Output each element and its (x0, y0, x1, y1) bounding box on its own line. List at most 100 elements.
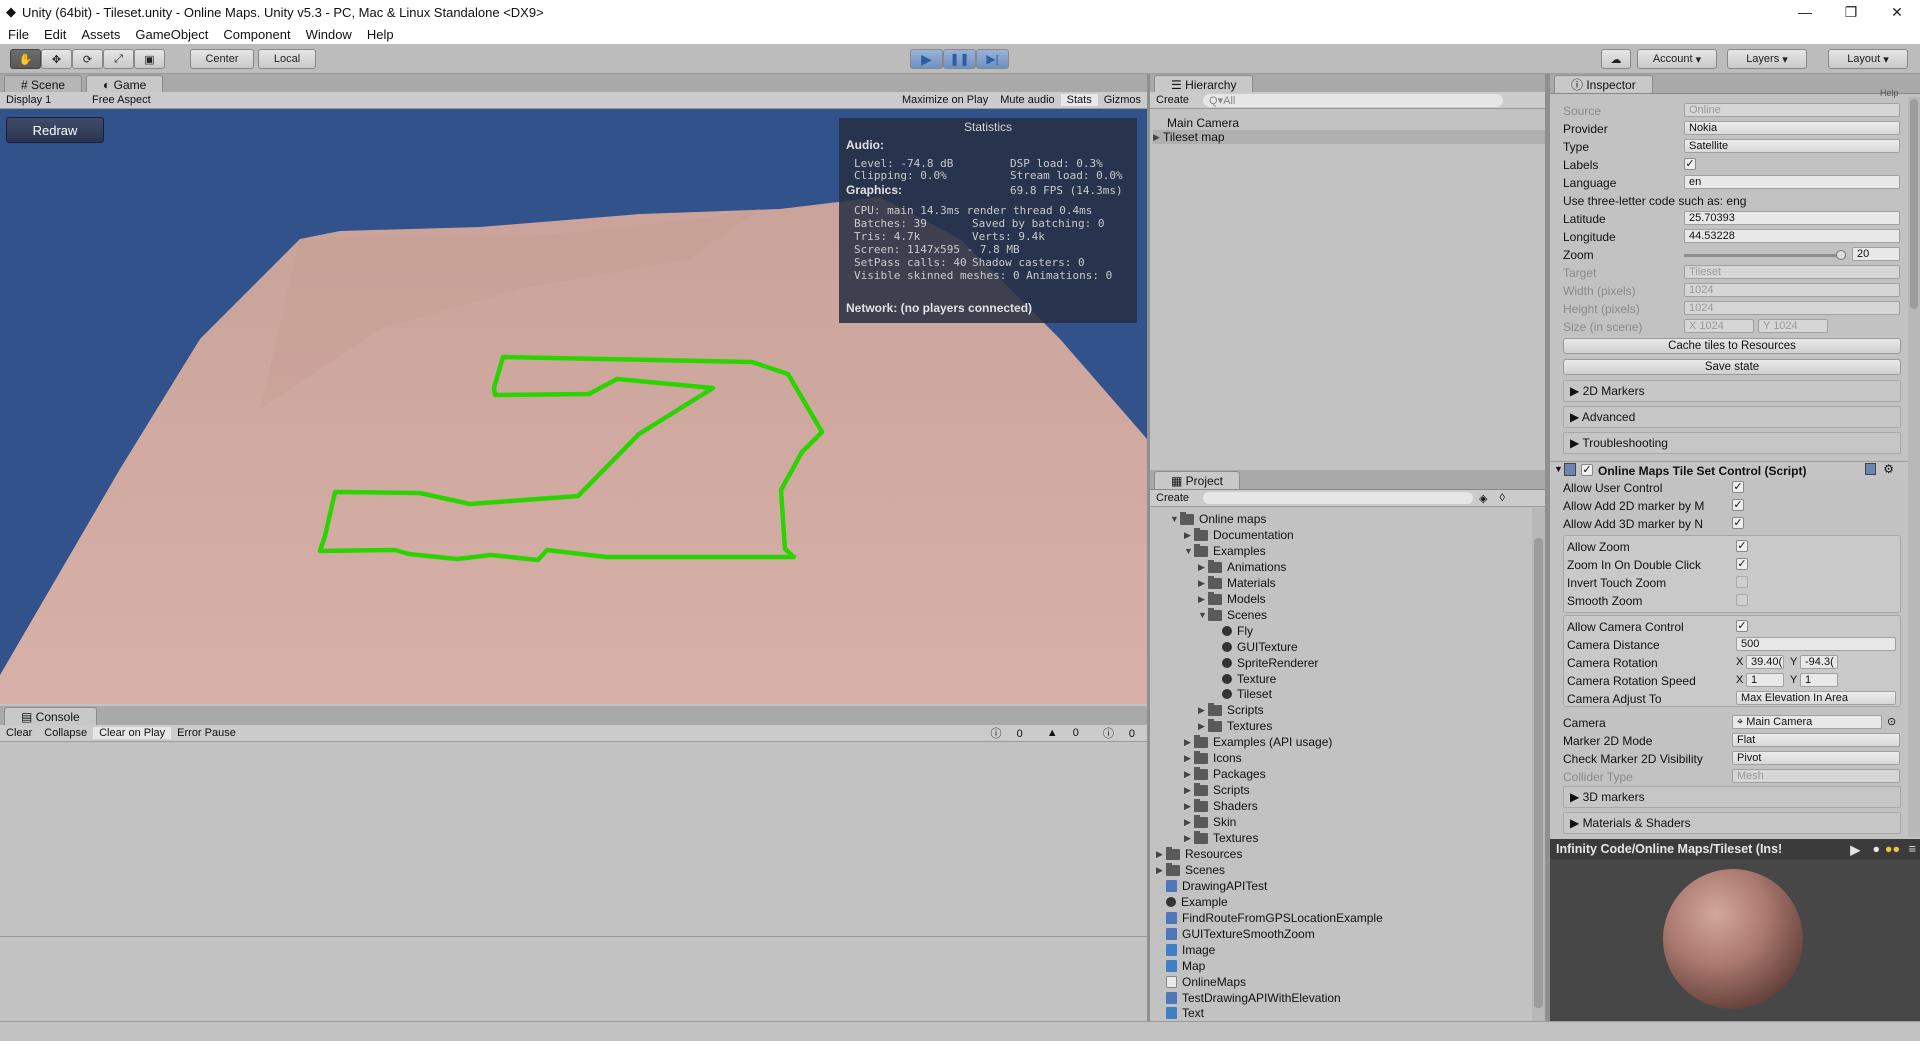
collapsed-arrow-icon[interactable]: ▶ (1184, 801, 1194, 812)
pivot-center-button[interactable]: Center (190, 49, 254, 69)
allow-camera-control-checkbox[interactable]: ✓ (1736, 620, 1748, 632)
menu-edit[interactable]: Edit (44, 27, 66, 42)
rotate-tool-icon[interactable]: ⟳ (72, 49, 103, 69)
move-tool-icon[interactable]: ✥ (41, 49, 72, 69)
display-dropdown[interactable]: Display 1 (0, 94, 86, 106)
console-divider[interactable] (0, 936, 1147, 937)
hand-tool-icon[interactable]: ✋ (10, 49, 41, 69)
project-item[interactable]: GUITextureSmoothZoom (1156, 927, 1315, 941)
preview-menu-icon[interactable]: ≡ (1909, 842, 1916, 856)
console-clear-on-play-toggle[interactable]: Clear on Play (93, 727, 172, 739)
latitude-input[interactable]: 25.70393 (1684, 211, 1900, 225)
tab-inspector[interactable]: ⓘ Inspector (1554, 75, 1653, 93)
camera-adjust-dropdown[interactable]: Max Elevation In Area (1736, 691, 1896, 705)
inspector-scrollbar[interactable] (1908, 97, 1920, 837)
project-item[interactable]: Tileset (1212, 687, 1272, 701)
close-button[interactable]: ✕ (1874, 4, 1920, 21)
camera-rotation-y-input[interactable]: -94.3( (1800, 655, 1838, 669)
aspect-dropdown[interactable]: Free Aspect (86, 94, 246, 106)
allow-zoom-checkbox[interactable]: ✓ (1736, 540, 1748, 552)
collapsed-arrow-icon[interactable]: ▶ (1198, 721, 1208, 732)
collapsed-arrow-icon[interactable]: ▶ (1184, 737, 1194, 748)
component-header[interactable]: ▼ ✓ Online Maps Tile Set Control (Script… (1550, 461, 1908, 479)
redraw-button[interactable]: Redraw (6, 117, 104, 143)
menu-component[interactable]: Component (223, 27, 290, 42)
console-error-count[interactable]: ⓘ 0 (979, 725, 1035, 741)
project-item[interactable]: SpriteRenderer (1212, 656, 1318, 670)
project-item[interactable]: ▶ Animations (1198, 559, 1286, 574)
zoom-slider-track[interactable] (1684, 254, 1846, 257)
collapsed-arrow-icon[interactable]: ▶ (1198, 705, 1208, 716)
expanded-arrow-icon[interactable]: ▼ (1198, 610, 1208, 620)
menu-window[interactable]: Window (306, 27, 352, 42)
material-preview[interactable] (1550, 859, 1920, 1021)
tab-game[interactable]: ◐ Game (86, 75, 164, 93)
cache-tiles-button[interactable]: Cache tiles to Resources (1563, 338, 1901, 354)
pause-button[interactable]: ❚❚ (943, 49, 976, 69)
foldout-advanced[interactable]: ▶ Advanced (1563, 406, 1901, 428)
expanded-arrow-icon[interactable]: ▼ (1184, 546, 1194, 556)
project-item[interactable]: TestDrawingAPIWithElevation (1156, 991, 1341, 1005)
project-item[interactable]: Texture (1212, 672, 1276, 686)
project-item[interactable]: ▼ Scenes (1198, 607, 1267, 622)
tab-scene[interactable]: # Scene (4, 75, 83, 93)
collapsed-arrow-icon[interactable]: ▶ (1184, 530, 1194, 541)
project-item[interactable]: Example (1156, 895, 1228, 909)
project-scrollbar[interactable] (1532, 508, 1545, 1021)
project-item[interactable]: Fly (1212, 624, 1253, 638)
collapsed-arrow-icon[interactable]: ▶ (1184, 769, 1194, 780)
rect-tool-icon[interactable]: ▣ (134, 49, 165, 69)
zoom-slider-thumb[interactable] (1836, 250, 1846, 260)
marker-2d-mode-dropdown[interactable]: Flat (1732, 733, 1900, 747)
collapsed-arrow-icon[interactable]: ▶ (1198, 594, 1208, 605)
menu-gameobject[interactable]: GameObject (135, 27, 208, 42)
project-item[interactable]: ▶ Scenes (1156, 862, 1225, 877)
project-item[interactable]: OnlineMaps (1156, 975, 1246, 989)
project-item[interactable]: ▶ Resources (1156, 846, 1242, 861)
console-clear-button[interactable]: Clear (0, 727, 38, 739)
project-item[interactable]: ▶ Models (1198, 591, 1266, 606)
maximize-on-play-toggle[interactable]: Maximize on Play (896, 94, 994, 106)
smooth-zoom-checkbox[interactable] (1736, 594, 1748, 606)
layout-dropdown[interactable]: Layout ▾ (1828, 49, 1908, 69)
expand-arrow-icon[interactable]: ▶ (1153, 132, 1163, 143)
account-dropdown[interactable]: Account ▾ (1637, 49, 1717, 69)
provider-dropdown[interactable]: Nokia (1684, 121, 1900, 135)
expanded-arrow-icon[interactable]: ▼ (1170, 514, 1180, 524)
project-item[interactable]: ▶ Examples (API usage) (1184, 734, 1332, 749)
allow-user-control-checkbox[interactable]: ✓ (1732, 481, 1744, 493)
check-marker-visibility-dropdown[interactable]: Pivot (1732, 751, 1900, 765)
foldout-materials[interactable]: ▶ Materials & Shaders (1563, 812, 1901, 834)
gizmos-dropdown[interactable]: Gizmos (1098, 94, 1147, 106)
project-search-input[interactable] (1203, 492, 1474, 504)
camera-distance-input[interactable]: 500 (1736, 637, 1896, 651)
project-item[interactable]: ▶ Packages (1184, 766, 1266, 781)
menu-file[interactable]: File (8, 27, 29, 42)
project-item[interactable]: DrawingAPITest (1156, 879, 1267, 893)
collapsed-arrow-icon[interactable]: ▶ (1156, 849, 1166, 860)
project-item[interactable]: FindRouteFromGPSLocationExample (1156, 911, 1383, 925)
project-item[interactable]: ▶ Skin (1184, 814, 1236, 829)
console-log-area[interactable] (0, 743, 1147, 1021)
console-error-pause-toggle[interactable]: Error Pause (171, 727, 242, 739)
zoom-double-click-checkbox[interactable]: ✓ (1736, 558, 1748, 570)
tab-project[interactable]: ▦ Project (1154, 471, 1241, 489)
project-create-dropdown[interactable]: Create (1150, 492, 1195, 504)
play-button[interactable]: ▶ (910, 49, 943, 69)
layers-dropdown[interactable]: Layers ▾ (1727, 49, 1807, 69)
component-settings-gear-icon[interactable]: ⚙ (1883, 462, 1894, 476)
component-fold-arrow-icon[interactable]: ▼ (1554, 464, 1563, 474)
project-item[interactable]: ▶ Materials (1198, 575, 1276, 590)
stats-toggle[interactable]: Stats (1060, 94, 1098, 106)
tab-console[interactable]: ▤ Console (4, 707, 97, 725)
menu-help[interactable]: Help (367, 27, 394, 42)
zoom-input[interactable]: 20 (1852, 247, 1900, 261)
project-item[interactable]: ▼ Online maps (1170, 511, 1266, 526)
preview-light-icon[interactable]: ●● (1885, 842, 1900, 856)
collapsed-arrow-icon[interactable]: ▶ (1198, 562, 1208, 573)
inspector-scroll-thumb[interactable] (1910, 99, 1918, 309)
object-picker-icon[interactable]: ⊙ (1887, 715, 1896, 728)
allow-3d-marker-checkbox[interactable]: ✓ (1732, 517, 1744, 529)
maximize-button[interactable]: ❐ (1828, 4, 1874, 21)
filter-type-icon[interactable]: ◈ (1473, 492, 1493, 505)
